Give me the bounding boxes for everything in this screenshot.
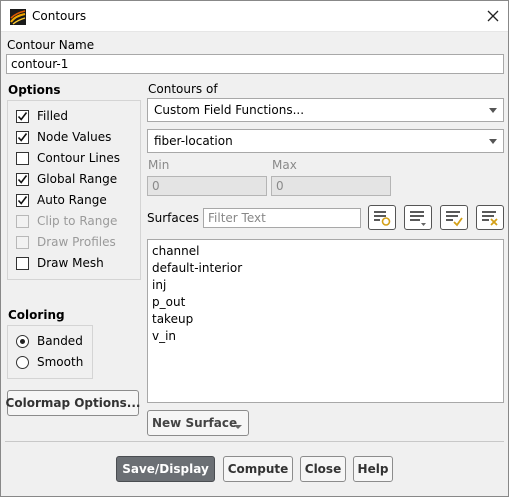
colormap-options-button[interactable]: Colormap Options... (6, 390, 140, 416)
list-item[interactable]: p_out (152, 294, 499, 311)
max-label: Max (272, 158, 297, 172)
title-bar: Contours (1, 1, 508, 32)
draw-mesh-checkbox[interactable]: Draw Mesh (16, 254, 104, 272)
min-label: Min (148, 158, 170, 172)
auto-range-checkbox[interactable]: Auto Range (16, 191, 107, 209)
checkbox-box (16, 256, 29, 270)
contours-of-field-dropdown[interactable]: fiber-location (147, 129, 504, 153)
draw-profiles-checkbox: Draw Profiles (16, 233, 116, 251)
surfaces-filter-input[interactable]: Filter Text (203, 208, 361, 228)
contour-name-label: Contour Name (7, 38, 95, 52)
contours-of-label: Contours of (148, 82, 218, 96)
list-sort-icon (410, 210, 426, 226)
chevron-down-icon (234, 425, 242, 429)
auto-range-label: Auto Range (37, 193, 107, 207)
save-display-button[interactable]: Save/Display (116, 456, 215, 482)
node-values-label: Node Values (37, 130, 112, 144)
footer-divider (5, 441, 504, 442)
smooth-radio[interactable]: Smooth (16, 353, 83, 371)
draw-profiles-label: Draw Profiles (37, 235, 116, 249)
close-button[interactable]: Close (300, 456, 346, 482)
select-all-button[interactable] (440, 205, 468, 230)
surface-select-icon (374, 210, 391, 226)
contour-name-input[interactable]: contour-1 (6, 54, 504, 74)
coloring-group: Banded Smooth (7, 325, 93, 379)
checkbox-box (16, 172, 29, 186)
radio-button (16, 334, 29, 348)
list-sort-button[interactable] (404, 205, 432, 230)
contours-app-icon (10, 9, 26, 25)
new-surface-button[interactable]: New Surface (147, 410, 249, 436)
node-values-checkbox[interactable]: Node Values (16, 128, 111, 146)
min-input: 0 (147, 176, 267, 196)
draw-mesh-label: Draw Mesh (37, 256, 104, 270)
contour-lines-checkbox[interactable]: Contour Lines (16, 149, 120, 167)
checkbox-box (16, 193, 29, 207)
window-title: Contours (32, 9, 87, 23)
contours-of-category-value: Custom Field Functions... (154, 103, 305, 117)
list-item[interactable]: takeup (152, 311, 499, 328)
surfaces-label: Surfaces (147, 211, 199, 225)
new-surface-label: New Surface (152, 416, 238, 430)
deselect-all-icon (482, 210, 498, 226)
list-item[interactable]: v_in (152, 328, 499, 345)
coloring-heading: Coloring (8, 308, 65, 322)
clip-to-range-checkbox: Clip to Range (16, 212, 117, 230)
contours-of-category-dropdown[interactable]: Custom Field Functions... (147, 98, 504, 122)
list-item[interactable]: channel (152, 243, 499, 260)
checkbox-box (16, 109, 29, 123)
chevron-down-icon (489, 108, 497, 113)
max-input: 0 (271, 176, 391, 196)
filled-checkbox[interactable]: Filled (16, 107, 68, 125)
surfaces-list[interactable]: channel default-interior inj p_out takeu… (147, 239, 504, 403)
options-heading: Options (8, 83, 61, 97)
checkbox-box (16, 235, 29, 249)
list-item[interactable]: default-interior (152, 260, 499, 277)
contours-of-field-value: fiber-location (154, 134, 233, 148)
deselect-all-button[interactable] (476, 205, 504, 230)
smooth-label: Smooth (37, 355, 84, 369)
contours-dialog: Contours Contour Name contour-1 Options … (0, 0, 509, 497)
global-range-checkbox[interactable]: Global Range (16, 170, 117, 188)
chevron-down-icon (489, 139, 497, 144)
filled-label: Filled (37, 109, 69, 123)
surface-select-button[interactable] (368, 205, 396, 230)
help-button[interactable]: Help (353, 456, 393, 482)
options-group: Filled Node Values Contour Lines Global … (7, 100, 141, 280)
compute-button[interactable]: Compute (223, 456, 293, 482)
banded-radio[interactable]: Banded (16, 332, 83, 350)
radio-button (16, 355, 29, 369)
checkbox-box (16, 214, 29, 228)
contour-lines-label: Contour Lines (37, 151, 120, 165)
select-all-icon (446, 210, 463, 226)
global-range-label: Global Range (37, 172, 118, 186)
list-item[interactable]: inj (152, 277, 499, 294)
banded-label: Banded (37, 334, 83, 348)
checkbox-box (16, 151, 29, 165)
close-icon[interactable] (485, 8, 501, 24)
checkbox-box (16, 130, 29, 144)
clip-to-range-label: Clip to Range (37, 214, 118, 228)
